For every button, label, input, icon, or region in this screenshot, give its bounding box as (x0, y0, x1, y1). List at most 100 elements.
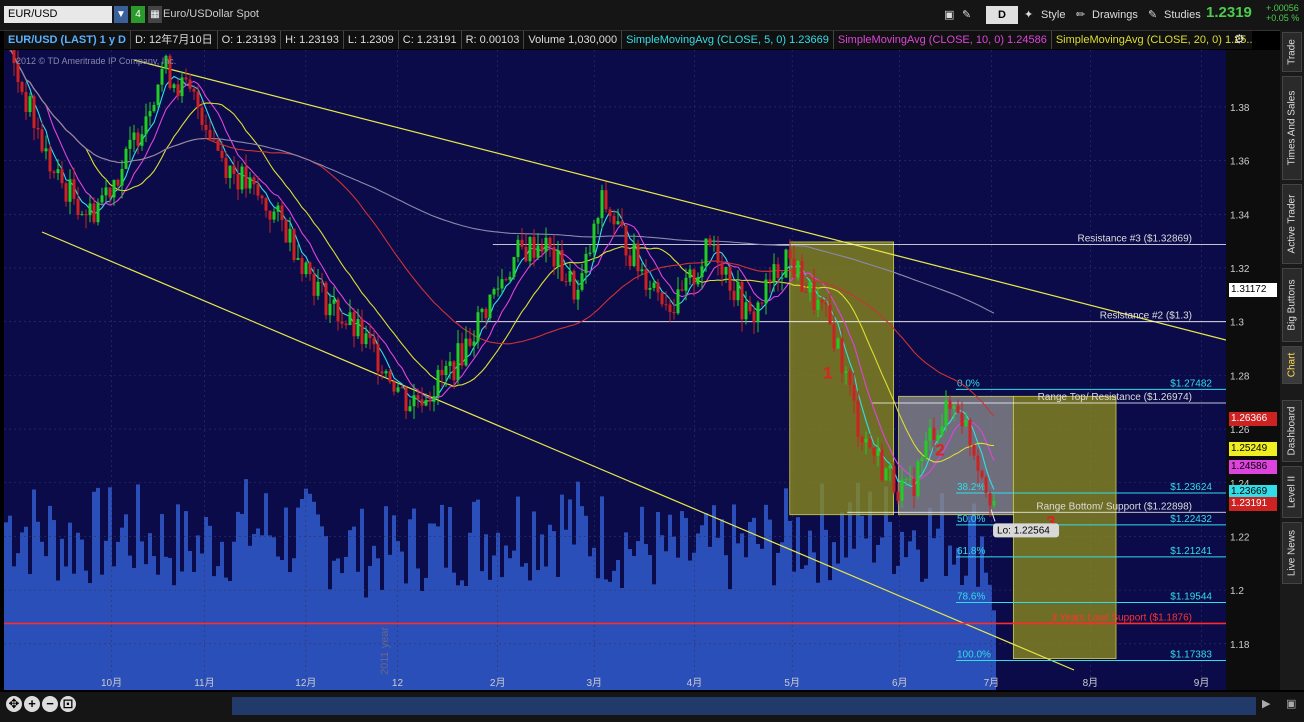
price-chart[interactable]: Resistance #3 ($1.32869) Resistance #2 ($… (4, 50, 1226, 690)
candle-body (376, 344, 380, 372)
volume-bar (96, 487, 100, 690)
period-badge[interactable]: 4 (131, 6, 145, 23)
fib-pct: 78.6% (957, 591, 985, 602)
volume-bar (304, 488, 308, 690)
level-label: Resistance #3 ($1.32869) (1077, 234, 1192, 245)
candle-body (96, 202, 100, 223)
candle-body (388, 371, 392, 382)
fib-value: $1.19544 (1170, 591, 1212, 602)
zoom-in-icon[interactable]: + (24, 696, 40, 712)
candle-body (612, 215, 616, 225)
candle-body (140, 134, 144, 146)
year-label: 2011 year (379, 627, 391, 675)
tab-times-and-sales[interactable]: Times And Sales (1282, 76, 1302, 180)
candle-body (600, 190, 604, 219)
pan-icon[interactable]: ✥ (6, 696, 22, 712)
zone-label: 2 (935, 441, 944, 460)
symbol-input[interactable]: EUR/USD (4, 6, 112, 23)
volume-bar (272, 537, 276, 690)
volume-bar (720, 519, 724, 690)
volume-bar (220, 541, 224, 690)
candle-body (932, 427, 936, 441)
volume-bar (760, 548, 764, 690)
volume-bar (832, 542, 836, 690)
time-scrollbar[interactable] (232, 697, 1256, 715)
volume-bar (120, 527, 124, 690)
volume-bar (132, 568, 136, 690)
style-button[interactable]: Style (1041, 6, 1065, 24)
info-sma5[interactable]: SimpleMovingAvg (CLOSE, 5, 0) 1.23669 (622, 31, 834, 49)
volume-bar (612, 570, 616, 690)
candle-body (296, 258, 300, 260)
tab-trade[interactable]: Trade (1282, 32, 1302, 72)
d-button[interactable]: D (986, 6, 1018, 24)
symbol-dropdown-icon[interactable]: ▼ (114, 6, 128, 23)
volume-bar (672, 536, 676, 690)
volume-bar (932, 538, 936, 690)
tools-icon[interactable]: ✎ (962, 6, 971, 24)
scroll-right-icon[interactable]: ▶ (1262, 697, 1270, 710)
volume-bar (804, 565, 808, 690)
y-tick-label: 1.22 (1230, 532, 1250, 543)
tab-live-news[interactable]: Live News (1282, 522, 1302, 584)
studies-button[interactable]: Studies (1164, 6, 1201, 24)
info-sma20[interactable]: SimpleMovingAvg (CLOSE, 20, 0) 1.25... (1052, 31, 1252, 49)
candle-body (636, 243, 640, 272)
candle-body (252, 177, 256, 185)
volume-bar (72, 573, 76, 690)
tab-big-buttons[interactable]: Big Buttons (1282, 268, 1302, 342)
candle-body (260, 195, 264, 199)
candle-body (396, 387, 400, 392)
volume-bar (408, 519, 412, 690)
candle-body (876, 449, 880, 456)
candle-body (356, 319, 360, 337)
candle-body (432, 396, 436, 402)
volume-bar (28, 574, 32, 690)
price-axis[interactable]: 1.181.21.221.241.261.281.31.321.341.361.… (1226, 50, 1280, 690)
tab-dashboard[interactable]: Dashboard (1282, 400, 1302, 462)
candle-body (868, 438, 872, 448)
volume-bar (756, 544, 760, 690)
link-icon[interactable]: ▦ (148, 6, 162, 23)
volume-bar (84, 570, 88, 690)
volume-bar (780, 542, 784, 690)
volume-bar (356, 571, 360, 690)
candle-body (652, 282, 656, 288)
candle-body (480, 308, 484, 313)
x-tick-label: 8月 (1083, 677, 1099, 689)
candle-body (544, 237, 548, 252)
candle-body (696, 277, 700, 285)
candle-body (704, 238, 708, 267)
maximize-icon[interactable]: ▣ (944, 6, 954, 24)
tab-active-trader[interactable]: Active Trader (1282, 184, 1302, 264)
tab-chart[interactable]: Chart (1282, 346, 1302, 384)
expand-icon[interactable]: ▣ (1286, 697, 1296, 710)
fib-value: $1.27482 (1170, 378, 1212, 389)
drawings-button[interactable]: Drawings (1092, 6, 1138, 24)
candle-body (392, 381, 396, 392)
volume-bar (144, 564, 148, 690)
tab-level-ii[interactable]: Level II (1282, 466, 1302, 518)
info-sma10[interactable]: SimpleMovingAvg (CLOSE, 10, 0) 1.24586 (834, 31, 1052, 49)
volume-bar (900, 531, 904, 690)
candle-body (732, 290, 736, 301)
candle-body (224, 157, 228, 179)
candle-body (472, 341, 476, 346)
candle-body (508, 276, 512, 280)
volume-bar (184, 511, 188, 690)
candle-body (924, 440, 928, 459)
volume-bar (296, 507, 300, 690)
volume-bar (476, 499, 480, 690)
zoom-fit-icon[interactable]: ⊡ (60, 696, 76, 712)
candle-body (820, 300, 824, 303)
chart-title[interactable]: EUR/USD (LAST) 1 y D (4, 31, 131, 49)
volume-bar (768, 519, 772, 690)
chart-settings-icon[interactable]: ⚙ (1234, 32, 1245, 46)
candle-body (504, 279, 508, 281)
zoom-out-icon[interactable]: − (42, 696, 58, 712)
fib-pct: 38.2% (957, 482, 985, 493)
drawings-icon: ✏ (1076, 9, 1086, 21)
candle-body (304, 262, 308, 275)
volume-bar (940, 493, 944, 690)
y-tick-label: 1.34 (1230, 210, 1250, 221)
